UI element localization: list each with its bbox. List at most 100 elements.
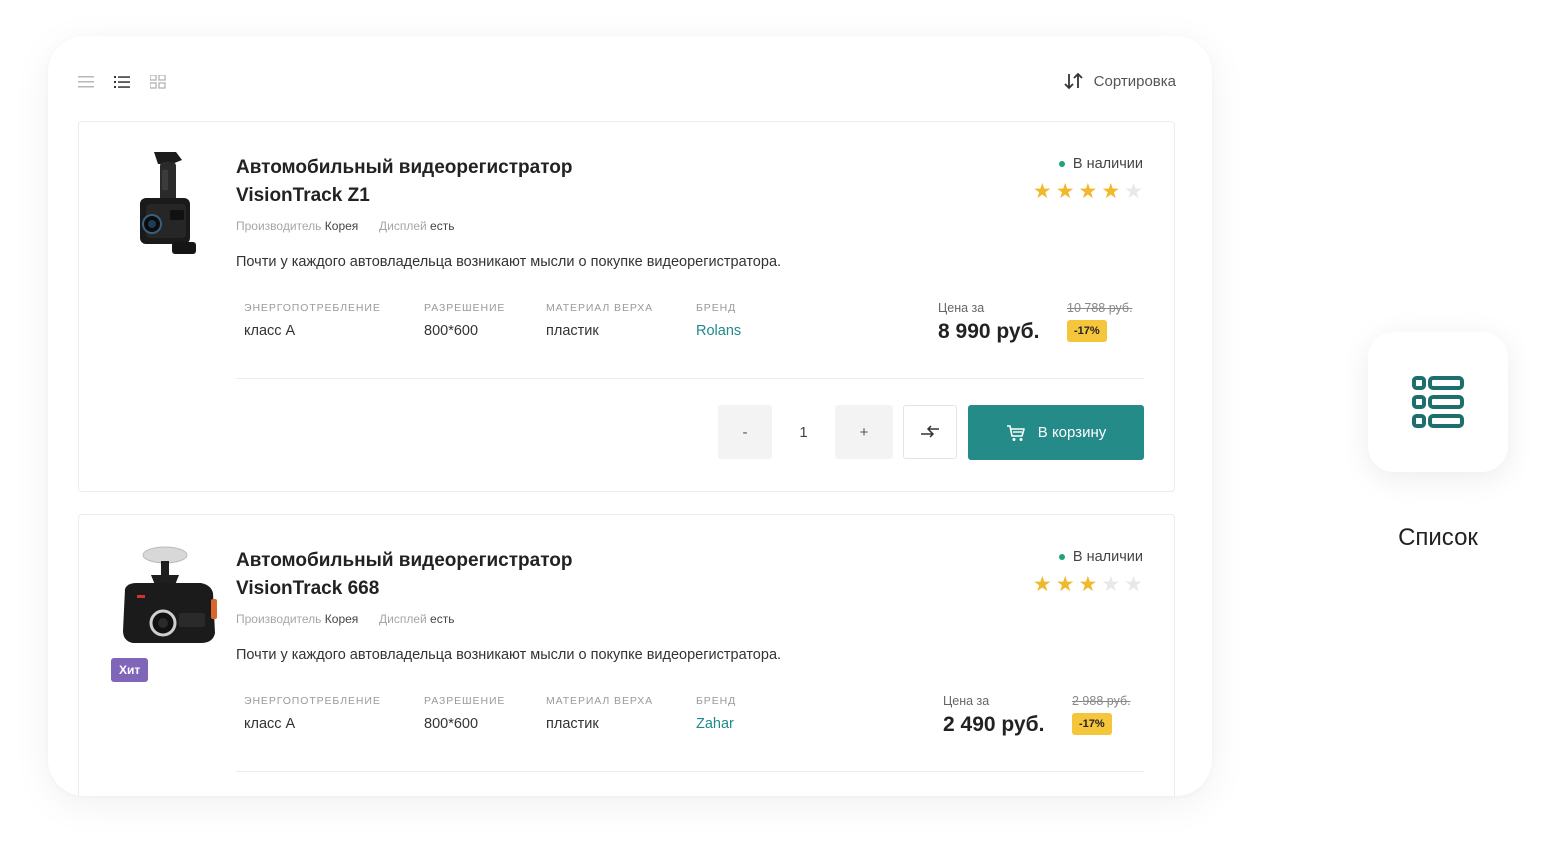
manufacturer-label: Производитель xyxy=(236,612,322,626)
product-title-line2: VisionTrack 668 xyxy=(236,578,380,599)
star-filled-icon: ★ xyxy=(1055,180,1075,203)
divider xyxy=(236,771,1144,772)
spec-value: 800*600 xyxy=(424,323,479,339)
sort-arrows-icon xyxy=(1064,72,1083,90)
view-grid-button[interactable] xyxy=(148,72,168,92)
product-props: Производитель Корея Дисплей есть xyxy=(236,219,454,233)
spec-label: Бренд xyxy=(696,302,737,314)
display-label: Дисплей xyxy=(378,612,427,626)
manufacturer-value: Корея xyxy=(324,612,359,626)
spec-value: класс А xyxy=(244,323,296,339)
product-props: Производитель Корея Дисплей есть xyxy=(236,612,454,626)
spec-brand: Бренд Rolans xyxy=(696,302,796,339)
spec-resolution: Разрешение 800*600 xyxy=(424,302,546,339)
display-label: Дисплей xyxy=(378,219,427,233)
catalog-panel: Сортировка Автомобильный видеорегистрато… xyxy=(48,36,1212,796)
current-price: 2 490 руб. xyxy=(943,713,1045,736)
spec-energy: Энергопотребление класс А xyxy=(244,302,424,339)
current-price: 8 990 руб. xyxy=(938,320,1040,343)
availability-label: В наличии xyxy=(1072,549,1143,565)
spec-label: Материал верха xyxy=(546,695,654,707)
view-list-button[interactable] xyxy=(112,72,132,92)
list-icon xyxy=(114,76,130,88)
manufacturer-value: Корея xyxy=(324,219,359,233)
star-filled-icon: ★ xyxy=(1032,180,1052,203)
spec-label: Бренд xyxy=(696,695,737,707)
spec-material: Материал верха пластик xyxy=(546,302,696,339)
divider xyxy=(236,378,1144,379)
spec-material: Материал верха пластик xyxy=(546,695,696,732)
star-filled-icon: ★ xyxy=(1032,573,1052,596)
star-filled-icon: ★ xyxy=(1078,180,1098,203)
display-value: есть xyxy=(430,612,455,626)
star-filled-icon: ★ xyxy=(1055,573,1075,596)
dashcam-image xyxy=(140,152,196,254)
list-view-label: Список xyxy=(1398,524,1478,551)
spec-value: пластик xyxy=(546,323,599,339)
spec-value: класс А xyxy=(244,716,296,732)
add-to-cart-button[interactable]: В корзину xyxy=(968,405,1144,460)
spec-value: 800*600 xyxy=(424,716,479,732)
dashcam-image xyxy=(123,546,217,643)
star-empty-icon: ★ xyxy=(1124,180,1143,203)
spec-label: Разрешение xyxy=(424,695,506,707)
manufacturer-label: Производитель xyxy=(236,219,322,233)
availability-label: В наличии xyxy=(1072,156,1143,172)
rating-stars: ★ ★ ★ ★ ★ xyxy=(1033,574,1143,596)
price-label: Цена за xyxy=(938,301,985,315)
spec-label: Энергопотребление xyxy=(244,302,381,314)
product-title[interactable]: Автомобильный видеорегистратор VisionTra… xyxy=(236,547,696,603)
brand-link[interactable]: Rolans xyxy=(696,323,796,339)
display-value: есть xyxy=(430,219,455,233)
quantity-decrease-button[interactable]: - xyxy=(718,405,772,459)
in-stock-dot-icon xyxy=(1058,554,1065,560)
product-title[interactable]: Автомобильный видеорегистратор VisionTra… xyxy=(236,154,696,210)
product-title-line1: Автомобильный видеорегистратор xyxy=(236,550,573,571)
spec-brand: Бренд Zahar xyxy=(696,695,796,732)
discount-badge: -17% xyxy=(1072,713,1112,735)
old-price: 2 988 руб. xyxy=(1072,694,1131,708)
quantity-input[interactable]: 1 xyxy=(772,405,835,459)
add-to-cart-label: В корзину xyxy=(1037,424,1107,441)
list-view-tile[interactable] xyxy=(1368,332,1508,472)
product-title-line2: VisionTrack Z1 xyxy=(236,185,370,206)
spec-label: Материал верха xyxy=(546,302,654,314)
sort-label: Сортировка xyxy=(1093,72,1176,90)
product-card: Автомобильный видеорегистратор VisionTra… xyxy=(78,121,1175,492)
product-specs: Энергопотребление класс А Разрешение 800… xyxy=(244,695,796,732)
spec-resolution: Разрешение 800*600 xyxy=(424,695,546,732)
product-description: Почти у каждого автовладельца возникают … xyxy=(236,254,782,270)
in-stock-dot-icon xyxy=(1058,161,1065,167)
old-price: 10 788 руб. xyxy=(1067,301,1133,315)
availability-status: В наличии xyxy=(1058,549,1143,565)
product-image[interactable] xyxy=(115,541,219,653)
spec-value: пластик xyxy=(546,716,599,732)
star-empty-icon: ★ xyxy=(1101,573,1121,596)
price-label: Цена за xyxy=(943,694,990,708)
brand-link[interactable]: Zahar xyxy=(696,716,796,732)
discount-badge: -17% xyxy=(1067,320,1107,342)
compare-button[interactable] xyxy=(903,405,957,459)
product-title-line1: Автомобильный видеорегистратор xyxy=(236,157,573,178)
view-compact-list-button[interactable] xyxy=(76,72,96,92)
hit-badge: Хит xyxy=(111,658,149,682)
product-description: Почти у каждого автовладельца возникают … xyxy=(236,647,782,663)
compare-arrows-icon xyxy=(921,425,939,438)
star-empty-icon: ★ xyxy=(1124,573,1143,596)
sort-button[interactable]: Сортировка xyxy=(1064,72,1176,90)
compact-list-icon xyxy=(78,76,94,88)
rating-stars: ★ ★ ★ ★ ★ xyxy=(1033,181,1143,203)
product-image[interactable] xyxy=(115,148,219,260)
quantity-increase-button[interactable]: + xyxy=(835,405,893,459)
list-view-icon xyxy=(1412,376,1464,428)
spec-label: Энергопотребление xyxy=(244,695,381,707)
cart-icon xyxy=(1006,424,1025,441)
star-filled-icon: ★ xyxy=(1101,180,1121,203)
star-filled-icon: ★ xyxy=(1078,573,1098,596)
product-specs: Энергопотребление класс А Разрешение 800… xyxy=(244,302,796,339)
product-card: Хит Автомобильный видеорегистратор Visio… xyxy=(78,514,1175,796)
spec-energy: Энергопотребление класс А xyxy=(244,695,424,732)
grid-icon xyxy=(150,75,166,89)
availability-status: В наличии xyxy=(1058,156,1143,172)
view-switcher xyxy=(76,72,168,92)
